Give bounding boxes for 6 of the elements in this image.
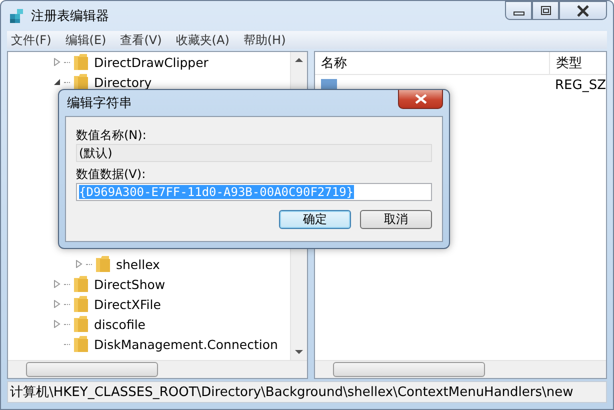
value-type: REG_SZ [554,76,606,94]
window-title: 注册表编辑器 [31,8,109,25]
field-label: 数值名称(N): [76,126,148,144]
field-label: 数值数据(V): [76,166,147,182]
dialog-title: 编辑字符串 [66,95,132,112]
registry-path: 计算机\HKEY_CLASSES_ROOT\Directory\Background\shellex\ContextMenuHandlers\new [10,384,574,401]
